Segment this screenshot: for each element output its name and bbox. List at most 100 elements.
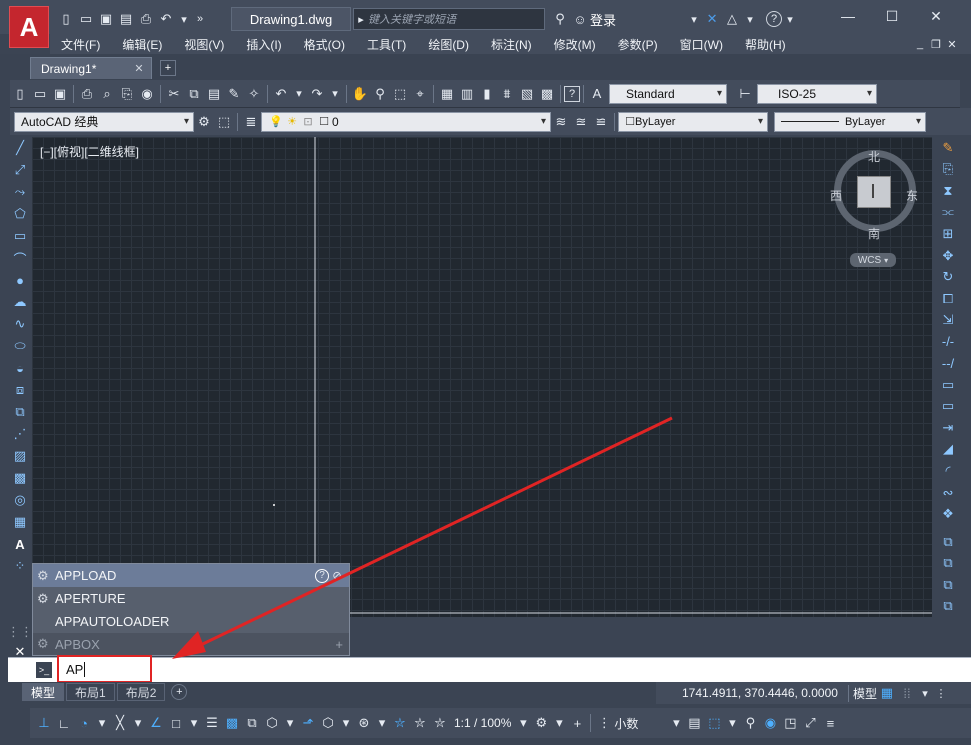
tool-palettes-icon[interactable]: ▮ bbox=[477, 84, 497, 104]
annotation-scale-icon[interactable]: ⛥ bbox=[430, 713, 450, 733]
menu-item[interactable]: 绘图(D) bbox=[417, 36, 480, 53]
menu-item[interactable]: 参数(P) bbox=[607, 36, 669, 53]
tb-redo-dropdown-icon[interactable]: ▾ bbox=[327, 86, 343, 102]
layer-state-icon[interactable]: ≌ bbox=[591, 112, 611, 132]
doc-restore-icon[interactable]: ❐ bbox=[928, 36, 944, 52]
object-snap-icon[interactable]: □ bbox=[166, 713, 186, 733]
break-icon[interactable]: ▭ bbox=[937, 396, 959, 418]
tb-new-icon[interactable]: ▯ bbox=[10, 84, 30, 104]
workspace-switch-icon[interactable]: ⚙ bbox=[531, 713, 551, 733]
search-box[interactable]: ▸ 键入关键字或短语 bbox=[353, 8, 545, 30]
autocomplete-search-icon[interactable]: ⊘ bbox=[329, 568, 345, 584]
gizmo-icon[interactable]: ⊛ bbox=[354, 713, 374, 733]
login-dropdown-icon[interactable]: ▾ bbox=[686, 11, 702, 27]
isodraft-icon[interactable]: ╳ bbox=[110, 713, 130, 733]
tb-redo-icon[interactable]: ↷ bbox=[307, 84, 327, 104]
autocomplete-item[interactable]: APPAUTOLOADER bbox=[33, 610, 349, 633]
isolate-objects-icon[interactable]: ⚲ bbox=[740, 713, 760, 733]
isodraft-dropdown-icon[interactable]: ▾ bbox=[130, 715, 146, 731]
hatch-icon[interactable]: ▨ bbox=[9, 445, 31, 467]
zoom-previous-icon[interactable]: ⌖ bbox=[410, 84, 430, 104]
move-icon[interactable]: ✥ bbox=[937, 245, 959, 267]
polyline-icon[interactable]: ⤳ bbox=[9, 181, 31, 203]
user-icon[interactable]: ☺ bbox=[570, 9, 590, 29]
break-at-point-icon[interactable]: ▭ bbox=[937, 374, 959, 396]
customization-icon[interactable]: ≡ bbox=[820, 713, 840, 733]
lineweight-icon[interactable]: ☰ bbox=[202, 713, 222, 733]
tb-3dprint-icon[interactable]: ◉ bbox=[137, 84, 157, 104]
ellipse-icon[interactable]: ⬭ bbox=[9, 335, 31, 357]
new-file-icon[interactable]: ▯ bbox=[56, 9, 76, 29]
menu-item[interactable]: 修改(M) bbox=[543, 36, 607, 53]
tab-model[interactable]: 模型 bbox=[22, 683, 65, 701]
chamfer-icon[interactable]: ◢ bbox=[937, 439, 959, 461]
exchange-icon[interactable]: ✕ bbox=[702, 9, 722, 29]
blend-curves-icon[interactable]: ∾ bbox=[937, 482, 959, 504]
tab-close-icon[interactable]: ✕ bbox=[131, 61, 147, 77]
layer-select[interactable]: 💡 ☀ ⊡ ☐ 0 ▾ bbox=[261, 111, 551, 132]
save-as-icon[interactable]: ▤ bbox=[116, 9, 136, 29]
snap-icon[interactable]: ⁞⁞ bbox=[897, 683, 917, 703]
selection-filter-icon[interactable]: ⬡ bbox=[318, 713, 338, 733]
tb-undo-icon[interactable]: ↶ bbox=[271, 84, 291, 104]
viewcube-top-face[interactable] bbox=[857, 176, 891, 208]
menu-item[interactable]: 插入(I) bbox=[235, 36, 292, 53]
3d-osnap-icon[interactable]: ⬡ bbox=[262, 713, 282, 733]
more-icon[interactable]: » bbox=[192, 11, 208, 27]
draworder-front-icon[interactable]: ⧉ bbox=[937, 531, 959, 553]
copy-object-icon[interactable]: ⎘ bbox=[937, 159, 959, 181]
clean-screen-icon[interactable]: ⬚ bbox=[214, 112, 234, 132]
autocad-logo[interactable]: A bbox=[9, 6, 49, 48]
linetype-select[interactable]: ByLayer ▾ bbox=[774, 111, 926, 132]
circle-icon[interactable]: ● bbox=[9, 269, 31, 291]
tb-publish-icon[interactable]: ⎘ bbox=[117, 84, 137, 104]
drawing-canvas[interactable] bbox=[32, 137, 932, 617]
units-value[interactable]: 小数 bbox=[614, 715, 638, 732]
explode-icon[interactable]: ❖ bbox=[937, 503, 959, 525]
text-style-select[interactable]: Standard ▾ bbox=[609, 83, 727, 104]
autocomplete-item[interactable]: ⚙ APERTURE bbox=[33, 587, 349, 610]
spline-icon[interactable]: ∿ bbox=[9, 313, 31, 335]
doc-close-icon[interactable]: ✕ bbox=[944, 36, 960, 52]
units-icon[interactable]: ⋮ bbox=[594, 713, 614, 733]
grid-icon[interactable]: ▦ bbox=[877, 683, 897, 703]
help-icon[interactable]: ? bbox=[766, 11, 783, 27]
cut-icon[interactable]: ✂ bbox=[164, 84, 184, 104]
line-icon[interactable]: ╱ bbox=[9, 137, 31, 159]
auto-scale-icon[interactable]: ⛥ bbox=[410, 713, 430, 733]
mirror-icon[interactable]: ⧗ bbox=[937, 180, 959, 202]
transparency-icon[interactable]: ▩ bbox=[222, 713, 242, 733]
tb-open-icon[interactable]: ▭ bbox=[30, 84, 50, 104]
binoculars-icon[interactable]: ⚲ bbox=[550, 9, 570, 29]
grip-handle-icon[interactable]: ⋮⋮ bbox=[7, 622, 33, 642]
insert-block-icon[interactable]: ⧈ bbox=[9, 379, 31, 401]
search-input-placeholder[interactable]: 键入关键字或短语 bbox=[368, 11, 456, 27]
lock-dropdown-icon[interactable]: ▾ bbox=[724, 715, 740, 731]
draworder-above-icon[interactable]: ⧉ bbox=[937, 574, 959, 596]
coordinates[interactable]: 1741.4911, 370.4446, 0.0000 bbox=[682, 686, 838, 700]
workspace-select[interactable]: AutoCAD 经典 ▾ bbox=[14, 111, 194, 132]
command-input[interactable]: AP bbox=[57, 655, 152, 683]
make-block-icon[interactable]: ⧉ bbox=[9, 401, 31, 423]
construction-line-icon[interactable]: ⤢ bbox=[9, 159, 31, 181]
menu-item[interactable]: 标注(N) bbox=[480, 36, 543, 53]
arc-icon[interactable]: ⌒ bbox=[9, 247, 31, 269]
scale-dropdown-icon[interactable]: ▾ bbox=[515, 715, 531, 731]
new-tab-icon[interactable]: + bbox=[160, 60, 176, 76]
workspace-settings-icon[interactable]: ⚙ bbox=[194, 112, 214, 132]
doc-minimize-icon[interactable]: _ bbox=[912, 36, 928, 52]
match-properties-icon[interactable]: ✎ bbox=[224, 84, 244, 104]
menu-item[interactable]: 格式(O) bbox=[293, 36, 356, 53]
mtext-icon[interactable]: A bbox=[9, 533, 31, 555]
region-icon[interactable]: ◎ bbox=[9, 489, 31, 511]
maximize-icon[interactable]: ☐ bbox=[870, 8, 914, 25]
menu-item[interactable]: 视图(V) bbox=[173, 36, 235, 53]
stretch-icon[interactable]: ⇲ bbox=[937, 309, 959, 331]
save-icon[interactable]: ▣ bbox=[96, 9, 116, 29]
extend-icon[interactable]: --/ bbox=[937, 352, 959, 374]
zoom-realtime-icon[interactable]: ⚲ bbox=[370, 84, 390, 104]
paste-icon[interactable]: ▤ bbox=[204, 84, 224, 104]
array-icon[interactable]: ⊞ bbox=[937, 223, 959, 245]
dynamic-ucs-icon[interactable]: ⬏ bbox=[298, 713, 318, 733]
autocomplete-help-icon[interactable]: ? bbox=[315, 568, 329, 583]
